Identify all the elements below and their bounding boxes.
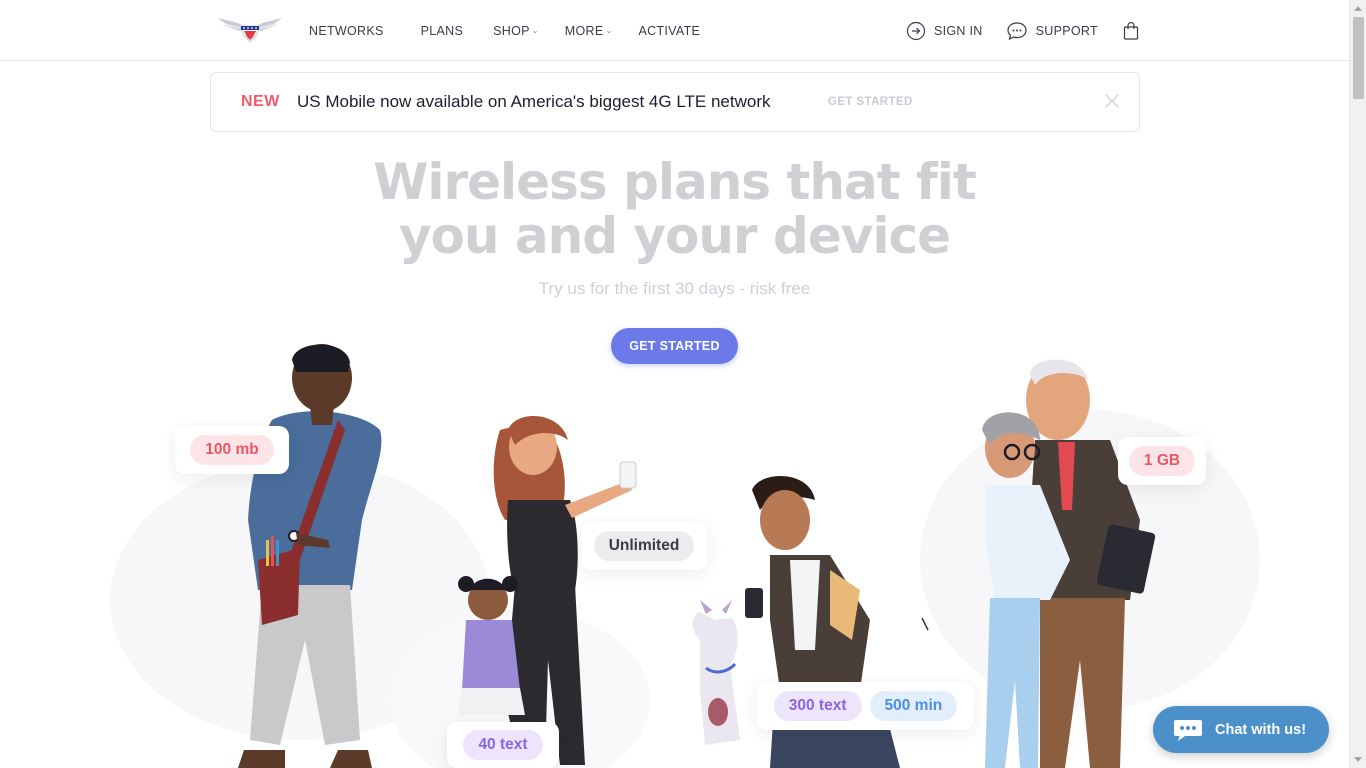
sign-in-link[interactable]: SIGN IN xyxy=(906,21,983,41)
get-started-button[interactable]: GET STARTED xyxy=(611,328,738,364)
top-navigation-bar: NETWORKS PLANS SHOP ⌄ MORE ⌄ ACTIVATE SIGN… xyxy=(0,0,1349,61)
bubble-40-text: 40 text xyxy=(447,722,559,768)
bubble-unlimited: Unlimited xyxy=(581,522,707,570)
support-label: SUPPORT xyxy=(1035,23,1098,38)
hero-title: Wireless plans that fit you and your dev… xyxy=(0,155,1349,263)
nav-plans[interactable]: PLANS xyxy=(421,24,464,38)
primary-nav: NETWORKS PLANS SHOP ⌄ MORE ⌄ ACTIVATE xyxy=(309,0,700,61)
chat-bubble-icon xyxy=(1174,719,1202,741)
pill-100mb: 100 mb xyxy=(190,435,274,465)
hero-title-line2: you and your device xyxy=(398,207,951,265)
announcement-banner: NEW US Mobile now available on America's… xyxy=(210,72,1140,132)
new-badge: NEW xyxy=(241,93,280,110)
chat-label: Chat with us! xyxy=(1215,721,1307,738)
chevron-down-icon: ⌄ xyxy=(531,26,539,35)
hero-subtitle: Try us for the first 30 days - risk free xyxy=(538,279,811,298)
pill-40-text: 40 text xyxy=(463,730,543,760)
hero-title-line1: Wireless plans that fit xyxy=(373,153,977,211)
banner-message: US Mobile now available on America's big… xyxy=(297,92,771,111)
nav-shop-label: SHOP xyxy=(493,23,530,38)
nav-more[interactable]: MORE ⌄ xyxy=(565,24,613,38)
vertical-scrollbar[interactable] xyxy=(1349,0,1366,768)
bubble-300-text-500-min: 300 text 500 min xyxy=(757,682,974,730)
nav-activate[interactable]: ACTIVATE xyxy=(638,24,700,38)
pill-1gb: 1 GB xyxy=(1128,446,1196,476)
banner-get-started-link[interactable]: GET STARTED xyxy=(828,96,913,108)
pill-300-text: 300 text xyxy=(773,691,862,721)
shopping-bag-icon[interactable] xyxy=(1122,21,1140,41)
account-nav: SIGN IN SUPPORT xyxy=(906,0,1140,61)
pill-unlimited: Unlimited xyxy=(593,531,695,561)
nav-networks-label: NETWORKS xyxy=(309,23,384,38)
chat-with-us-button[interactable]: Chat with us! xyxy=(1153,706,1329,753)
nav-activate-label: ACTIVATE xyxy=(638,23,701,38)
scroll-down-arrow-icon[interactable] xyxy=(1354,757,1362,762)
support-link[interactable]: SUPPORT xyxy=(1006,21,1098,41)
chevron-down-icon: ⌄ xyxy=(605,26,613,35)
nav-networks[interactable]: NETWORKS xyxy=(309,24,384,38)
bubble-1gb: 1 GB xyxy=(1118,437,1206,485)
nav-shop[interactable]: SHOP ⌄ xyxy=(493,24,539,38)
scroll-up-arrow-icon[interactable] xyxy=(1354,6,1362,11)
scrollbar-thumb[interactable] xyxy=(1353,17,1364,99)
bubble-100mb: 100 mb xyxy=(175,426,289,474)
nav-more-label: MORE xyxy=(564,23,604,38)
pill-500-min: 500 min xyxy=(869,691,958,721)
us-mobile-logo[interactable] xyxy=(216,14,284,46)
sign-in-label: SIGN IN xyxy=(934,23,983,38)
nav-plans-label: PLANS xyxy=(420,23,464,38)
support-chat-icon xyxy=(1007,21,1027,40)
sign-in-icon xyxy=(906,21,926,40)
close-icon[interactable] xyxy=(1104,93,1120,109)
